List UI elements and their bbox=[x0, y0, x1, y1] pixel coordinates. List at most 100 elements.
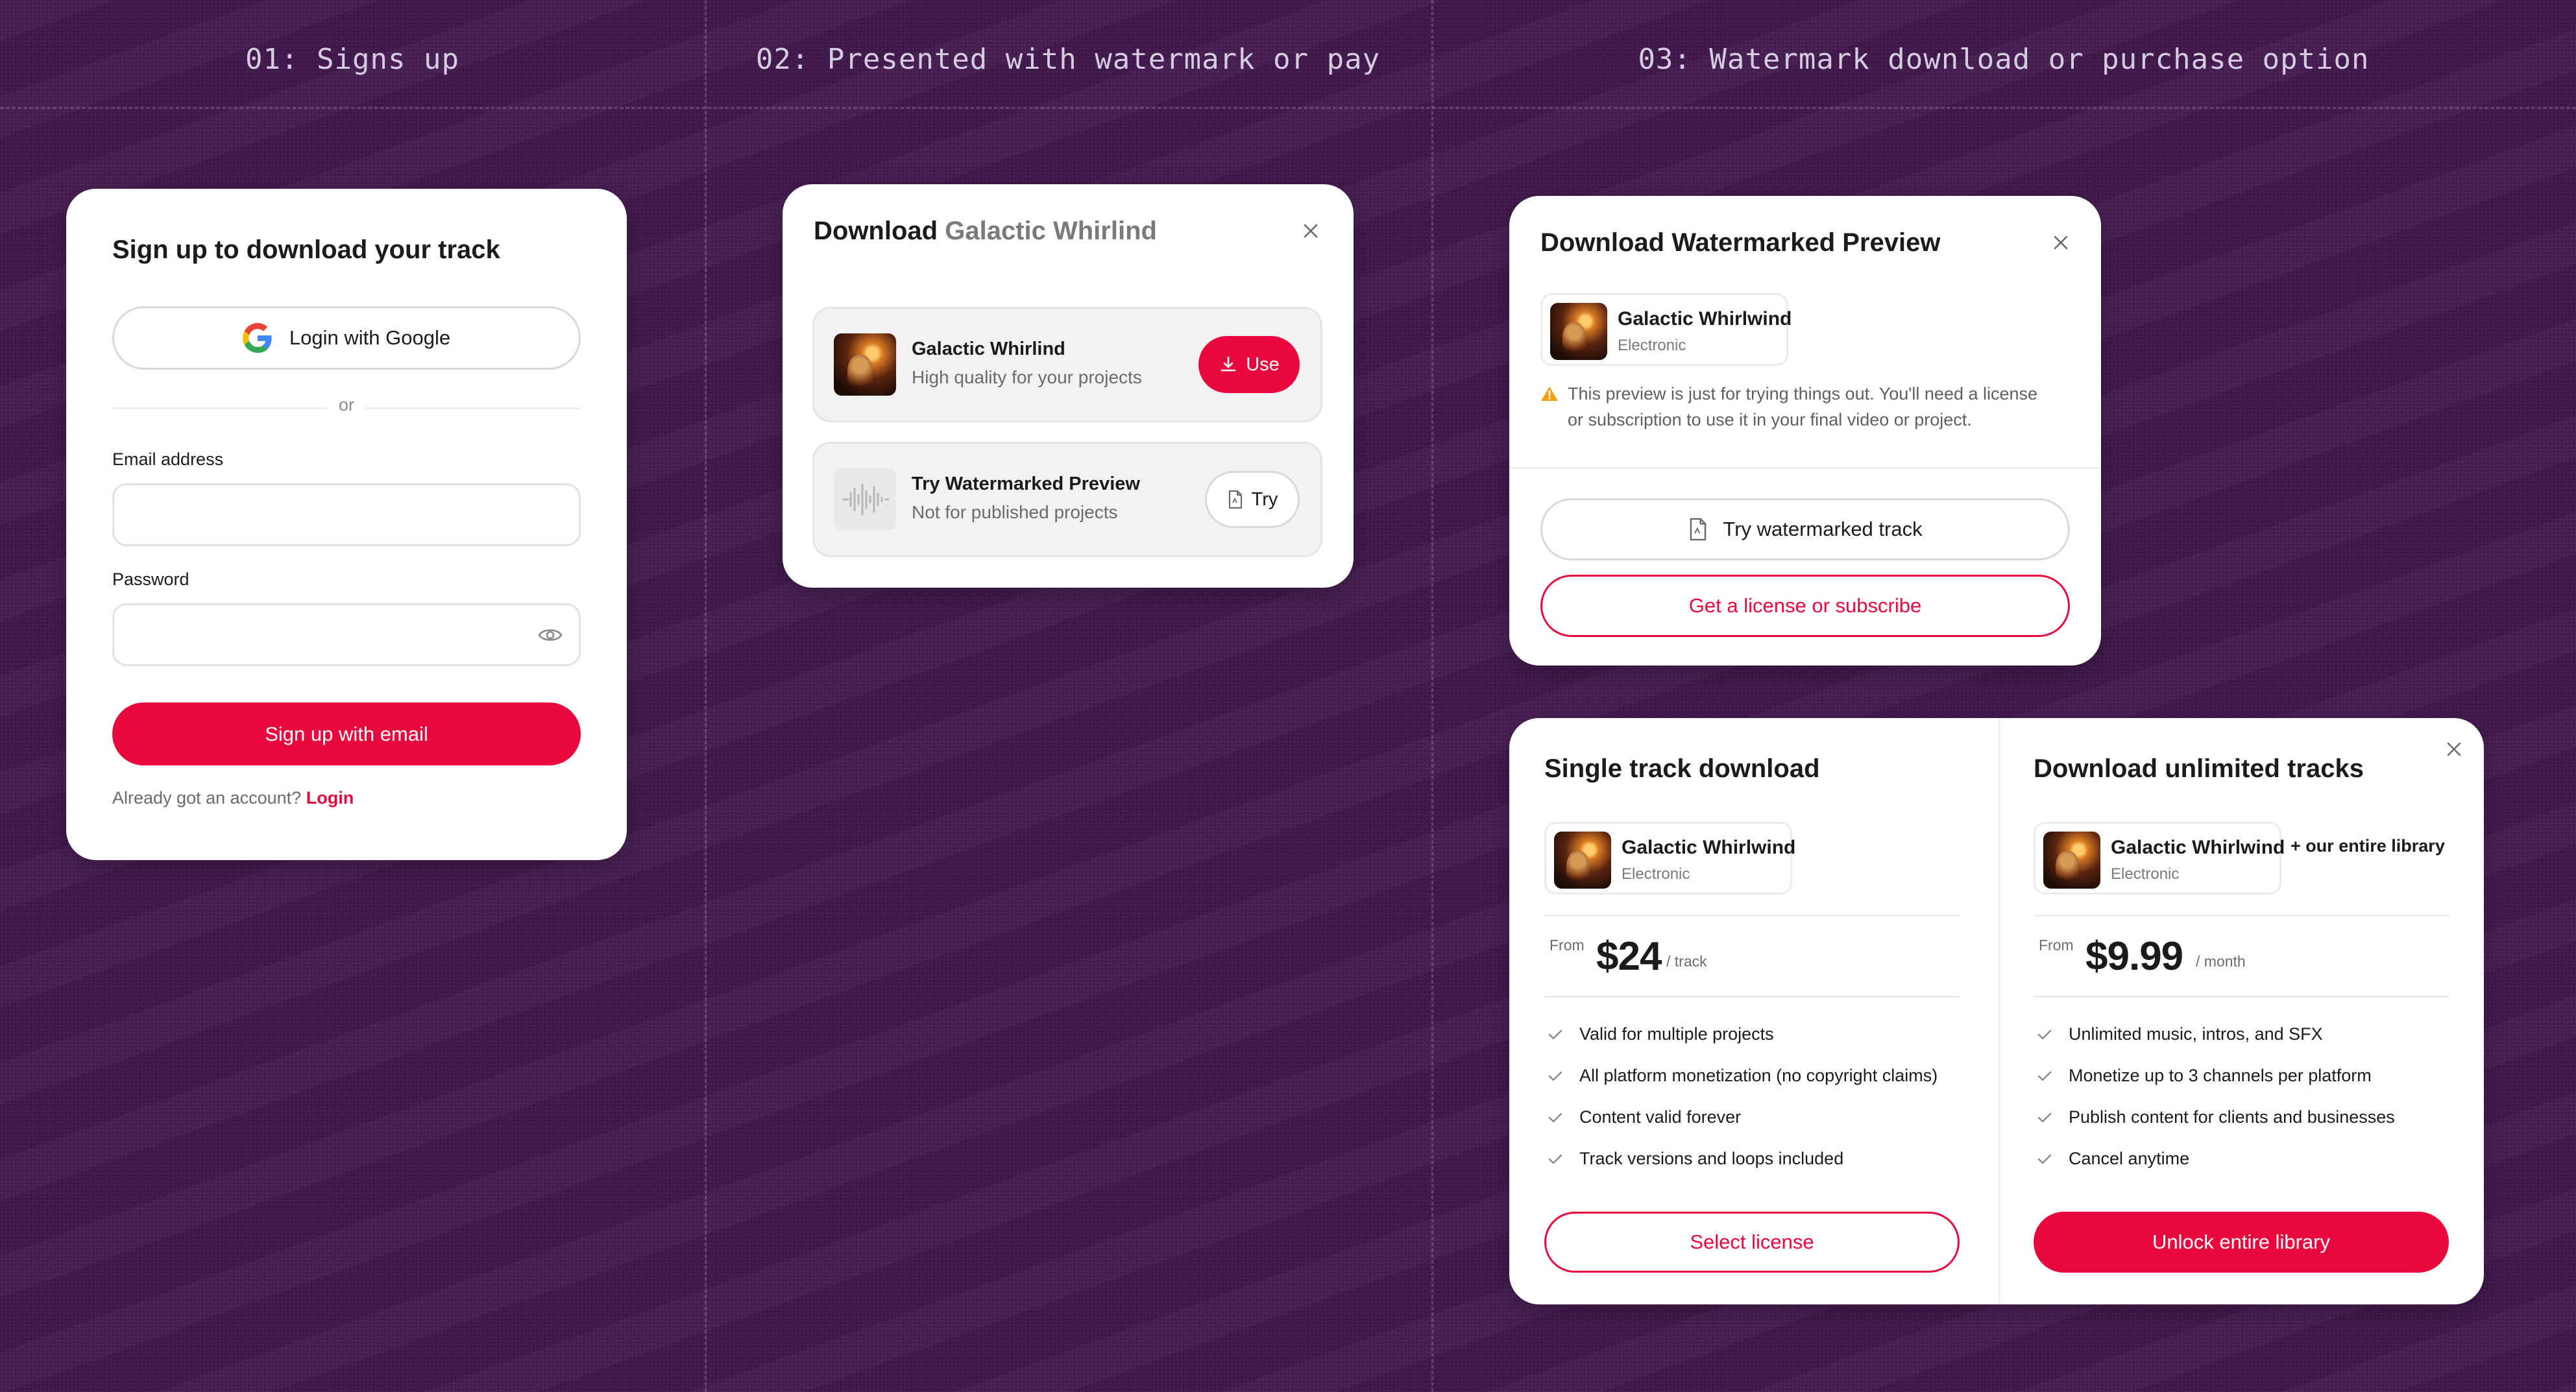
password-label: Password bbox=[112, 570, 189, 589]
check-icon bbox=[1547, 1026, 1564, 1043]
unlimited-column: Download unlimited tracks Galactic Whirl… bbox=[1999, 718, 2484, 1304]
feature-item: Cancel anytime bbox=[2036, 1149, 2189, 1169]
download-title: Download Galactic Whirlind bbox=[814, 217, 1157, 246]
track-title: Galactic Whirlwind bbox=[2111, 837, 2285, 858]
password-field[interactable] bbox=[112, 603, 581, 666]
download-card: Download Galactic Whirlind Galactic Whir… bbox=[783, 184, 1354, 588]
close-icon bbox=[2054, 235, 2068, 250]
feature-item: Publish content for clients and business… bbox=[2036, 1107, 2395, 1127]
feature-item: All platform monetization (no copyright … bbox=[1547, 1066, 1938, 1086]
single-title: Single track download bbox=[1544, 754, 1820, 783]
unlimited-title: Download unlimited tracks bbox=[2034, 754, 2364, 783]
download-option-watermark[interactable]: Try Watermarked Preview Not for publishe… bbox=[812, 442, 1322, 557]
section-divider bbox=[1544, 915, 1960, 917]
signup-email-button[interactable]: Sign up with email bbox=[112, 702, 581, 765]
email-label: Email address bbox=[112, 450, 224, 469]
preview-divider bbox=[1509, 467, 2101, 469]
warning-line-1: This preview is just for trying things o… bbox=[1568, 384, 2038, 403]
feature-label: Cancel anytime bbox=[2069, 1149, 2190, 1168]
email-field[interactable] bbox=[112, 483, 581, 546]
price-from: From bbox=[1549, 937, 1585, 954]
feature-item: Content valid forever bbox=[1547, 1107, 1741, 1127]
warning-line-2: or subscription to use it in your final … bbox=[1568, 410, 1972, 429]
purchase-card: Single track download Galactic Whirlwind… bbox=[1509, 718, 2484, 1304]
use-button[interactable]: Use bbox=[1198, 336, 1300, 393]
waveform-artwork bbox=[834, 468, 896, 531]
try-button-label: Try bbox=[1251, 488, 1278, 510]
feature-label: Valid for multiple projects bbox=[1579, 1024, 1774, 1044]
feature-label: Unlimited music, intros, and SFX bbox=[2069, 1024, 2323, 1044]
try-button[interactable]: Try bbox=[1205, 471, 1300, 528]
track-artwork bbox=[2043, 832, 2100, 889]
column-divider bbox=[705, 0, 707, 1392]
check-icon bbox=[2036, 1151, 2053, 1168]
try-watermarked-button[interactable]: Try watermarked track bbox=[1540, 498, 2070, 560]
price-amount: $9.99 bbox=[2085, 934, 2183, 979]
option-title: Galactic Whirlind bbox=[912, 339, 1065, 359]
signup-title: Sign up to download your track bbox=[112, 235, 500, 264]
unlock-library-button[interactable]: Unlock entire library bbox=[2034, 1212, 2449, 1273]
close-button[interactable] bbox=[2048, 230, 2074, 256]
feature-label: Publish content for clients and business… bbox=[2069, 1107, 2395, 1127]
track-title: Galactic Whirlwind bbox=[1618, 308, 1792, 330]
single-track-column: Single track download Galactic Whirlwind… bbox=[1509, 718, 1999, 1304]
login-prompt-text: Already got an account? bbox=[112, 788, 302, 808]
try-watermarked-label: Try watermarked track bbox=[1723, 518, 1923, 540]
option-title: Try Watermarked Preview bbox=[912, 474, 1140, 494]
track-artwork bbox=[1550, 303, 1607, 360]
or-label: or bbox=[327, 395, 366, 415]
library-note: + our entire library bbox=[2290, 836, 2445, 856]
feature-item: Monetize up to 3 channels per platform bbox=[2036, 1066, 2372, 1086]
section-divider bbox=[2034, 915, 2449, 917]
login-google-label: Login with Google bbox=[289, 326, 451, 349]
feature-label: Content valid forever bbox=[1579, 1107, 1742, 1127]
get-license-button[interactable]: Get a license or subscribe bbox=[1540, 575, 2070, 637]
price-from: From bbox=[2039, 937, 2074, 954]
track-genre: Electronic bbox=[1618, 337, 1686, 354]
track-artwork bbox=[834, 333, 896, 396]
track-genre: Electronic bbox=[2111, 865, 2180, 883]
price-unit: / month bbox=[2196, 953, 2246, 970]
feature-label: Monetize up to 3 channels per platform bbox=[2069, 1066, 2372, 1085]
check-icon bbox=[2036, 1109, 2053, 1126]
eye-icon[interactable] bbox=[537, 623, 563, 647]
feature-item: Unlimited music, intros, and SFX bbox=[2036, 1024, 2323, 1044]
download-option-full[interactable]: Galactic Whirlind High quality for your … bbox=[812, 307, 1322, 422]
download-title-prefix: Download bbox=[814, 217, 938, 245]
login-link[interactable]: Login bbox=[306, 788, 354, 808]
track-genre: Electronic bbox=[1622, 865, 1690, 883]
price-amount: $24 bbox=[1596, 934, 1662, 979]
step-heading-1: 01: Signs up bbox=[245, 43, 459, 76]
track-artwork bbox=[1554, 832, 1611, 889]
step-heading-3: 03: Watermark download or purchase optio… bbox=[1638, 43, 2370, 76]
feature-item: Track versions and loops included bbox=[1547, 1149, 1843, 1169]
track-title: Galactic Whirlwind bbox=[1622, 837, 1796, 858]
warning-icon bbox=[1541, 387, 1558, 401]
option-subtitle: Not for published projects bbox=[912, 502, 1118, 522]
close-button[interactable] bbox=[1298, 218, 1324, 244]
track-chip: Galactic Whirlwind Electronic bbox=[1540, 293, 1792, 366]
step-heading-2: 02: Presented with watermark or pay bbox=[755, 43, 1381, 76]
feature-item: Valid for multiple projects bbox=[1547, 1024, 1774, 1044]
close-icon bbox=[1304, 224, 1318, 238]
feature-label: All platform monetization (no copyright … bbox=[1579, 1066, 1938, 1085]
check-icon bbox=[1547, 1109, 1564, 1126]
google-icon bbox=[242, 323, 273, 353]
preview-card: Download Watermarked Preview Galactic Wh… bbox=[1509, 196, 2101, 666]
section-divider bbox=[1544, 996, 1960, 998]
login-google-button[interactable]: Login with Google bbox=[112, 306, 581, 370]
document-icon bbox=[1690, 518, 1707, 541]
check-icon bbox=[2036, 1026, 2053, 1043]
login-prompt: Already got an account? Login bbox=[112, 788, 354, 808]
signup-card: Sign up to download your track Login wit… bbox=[66, 189, 627, 860]
column-divider bbox=[1431, 0, 1433, 1392]
section-divider bbox=[2034, 996, 2449, 998]
header-divider bbox=[0, 107, 2576, 109]
feature-label: Track versions and loops included bbox=[1579, 1149, 1844, 1168]
price-unit: / track bbox=[1666, 953, 1707, 970]
check-icon bbox=[2036, 1068, 2053, 1085]
track-chip: Galactic Whirlwind Electronic bbox=[1544, 822, 1796, 894]
select-license-button[interactable]: Select license bbox=[1544, 1212, 1960, 1273]
track-chip: Galactic Whirlwind Electronic bbox=[2034, 822, 2285, 894]
option-subtitle: High quality for your projects bbox=[912, 367, 1142, 387]
